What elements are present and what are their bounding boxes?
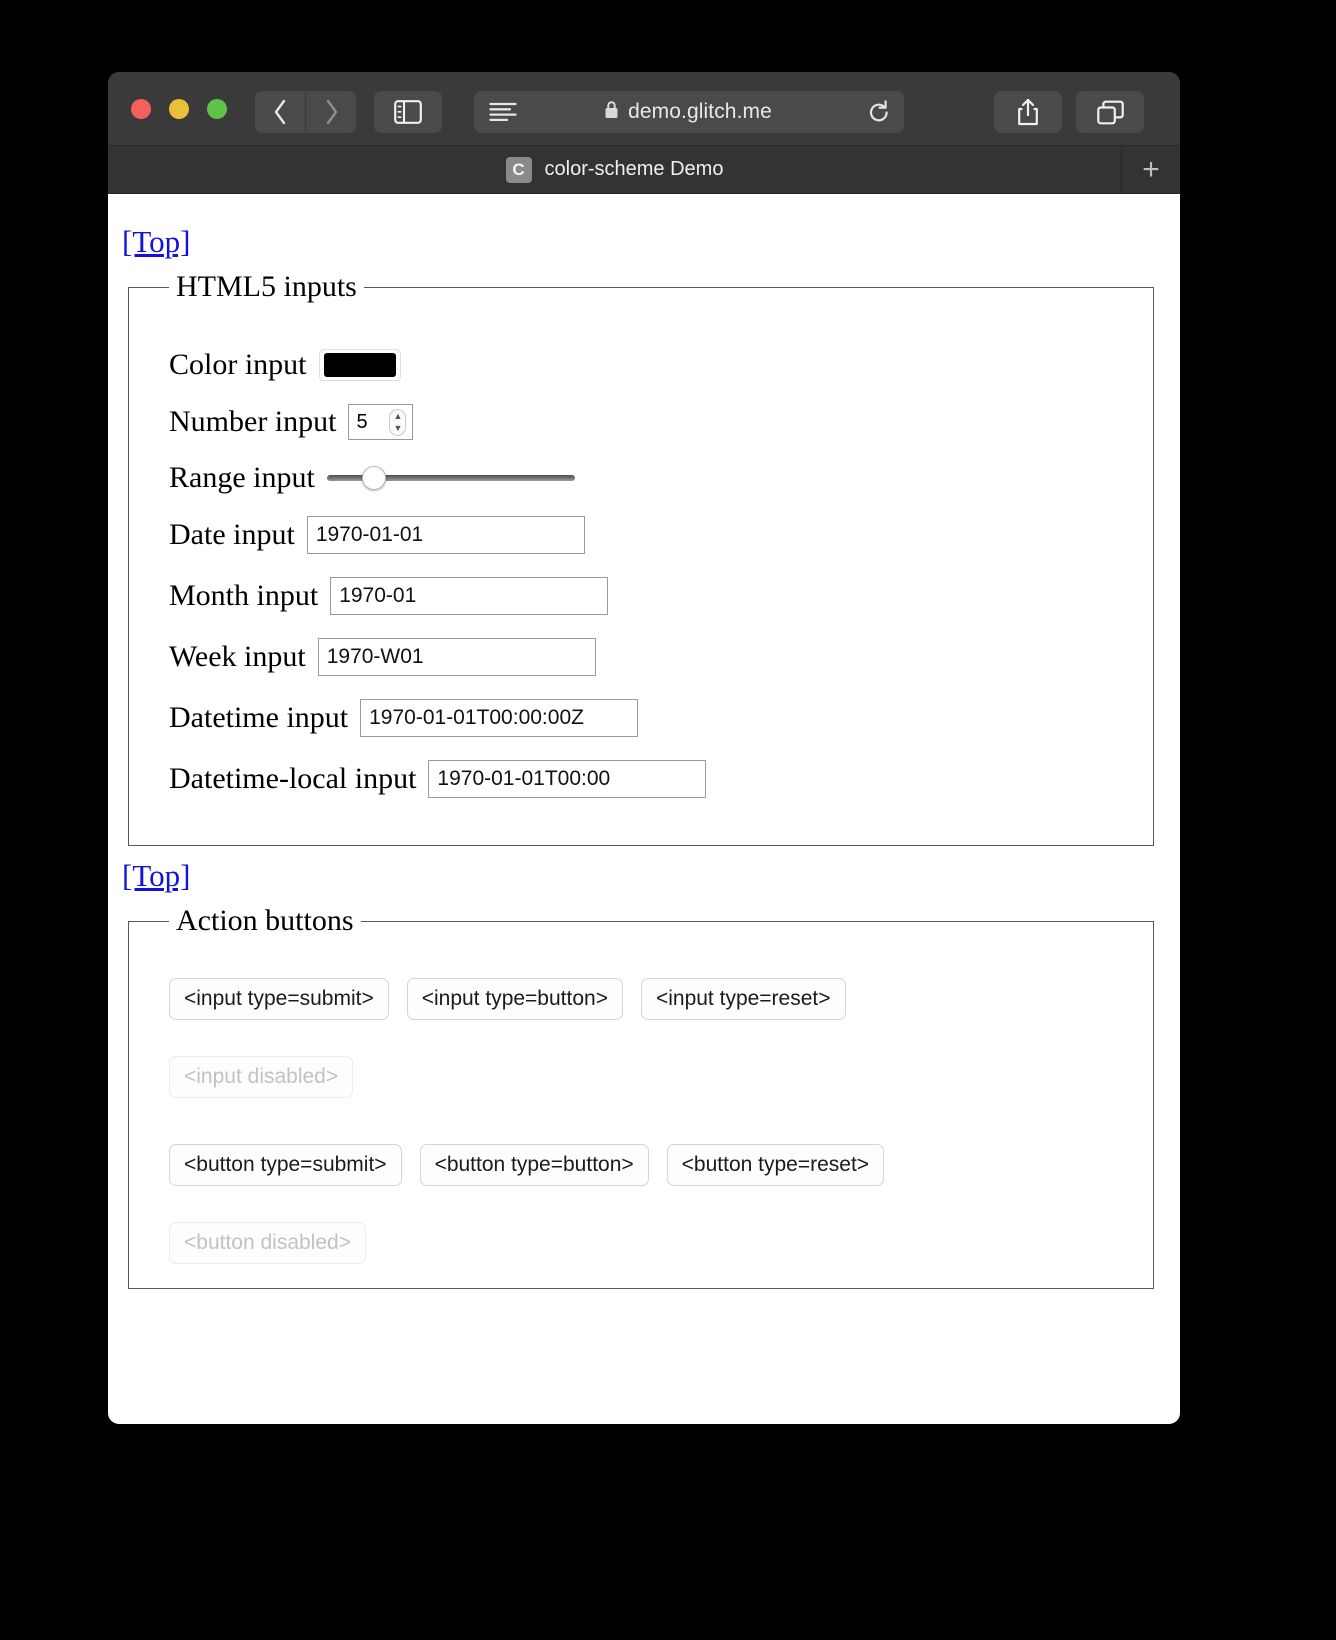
top-anchor-link-2[interactable]: [Top] <box>122 858 190 894</box>
action-buttons-fieldset: Action buttons <input type=submit> <inpu… <box>128 904 1154 1290</box>
field-week-input: Week input 1970-W01 <box>169 638 1133 676</box>
field-label: Number input <box>169 405 337 438</box>
reader-view-icon[interactable] <box>474 102 532 122</box>
chevron-down-icon[interactable]: ▼ <box>394 424 403 433</box>
chevron-right-icon <box>324 99 339 125</box>
input-reset-button[interactable]: <input type=reset> <box>640 978 846 1021</box>
date-input-value: 1970-01-01 <box>315 523 424 546</box>
address-bar[interactable]: demo.glitch.me <box>474 91 904 133</box>
datetime-local-input-value: 1970-01-01T00:00 <box>437 767 611 790</box>
url-text: demo.glitch.me <box>628 100 772 123</box>
close-window-button[interactable] <box>131 99 151 119</box>
chevron-up-icon[interactable]: ▲ <box>394 412 403 421</box>
page-content: [Top] HTML5 inputs Color input Number in… <box>108 194 1180 1424</box>
field-range-input: Range input <box>169 463 1133 493</box>
share-button[interactable] <box>994 91 1062 133</box>
tab-strip: C color-scheme Demo + <box>108 146 1180 194</box>
color-input[interactable] <box>318 349 401 381</box>
page-viewport: [Top] HTML5 inputs Color input Number in… <box>108 194 1180 1424</box>
month-input[interactable]: 1970-01 <box>330 577 609 615</box>
field-label: Datetime-local input <box>169 762 417 795</box>
lock-icon <box>604 100 619 125</box>
range-input[interactable] <box>326 465 575 491</box>
tab-overview-button[interactable] <box>1076 91 1144 133</box>
browser-toolbar: demo.glitch.me <box>108 72 1180 146</box>
input-submit-button[interactable]: <input type=submit> <box>169 978 389 1021</box>
new-tab-button[interactable]: + <box>1122 146 1180 193</box>
button-element-row: <button type=submit> <button type=button… <box>169 1144 959 1265</box>
button-disabled-button: <button disabled> <box>169 1222 366 1265</box>
tab-color-scheme-demo[interactable]: C color-scheme Demo <box>108 146 1122 193</box>
window-controls <box>131 99 227 119</box>
color-swatch <box>323 353 396 377</box>
number-input[interactable]: 5 ▲ ▼ <box>348 404 414 440</box>
month-input-value: 1970-01 <box>339 584 417 607</box>
range-thumb[interactable] <box>361 466 386 490</box>
button-button-button[interactable]: <button type=button> <box>419 1144 649 1187</box>
field-month-input: Month input 1970-01 <box>169 577 1133 615</box>
top-anchor-link-1[interactable]: [Top] <box>122 224 190 260</box>
week-input-value: 1970-W01 <box>326 645 424 668</box>
datetime-input-value: 1970-01-01T00:00:00Z <box>369 706 584 729</box>
toggle-sidebar-button[interactable] <box>374 91 442 133</box>
field-number-input: Number input 5 ▲ ▼ <box>169 404 1133 440</box>
browser-window: demo.glitch.me C color-scheme Demo + [To… <box>108 72 1180 1424</box>
field-label: Month input <box>169 579 319 612</box>
html5-inputs-legend: HTML5 inputs <box>176 270 357 303</box>
week-input[interactable]: 1970-W01 <box>317 638 596 676</box>
back-button[interactable] <box>255 91 305 133</box>
button-submit-button[interactable]: <button type=submit> <box>169 1144 402 1187</box>
number-input-value: 5 <box>356 410 368 433</box>
field-label: Date input <box>169 518 295 551</box>
field-date-input: Date input 1970-01-01 <box>169 516 1133 554</box>
reload-icon[interactable] <box>854 100 904 124</box>
chevron-left-icon <box>273 99 288 125</box>
field-label: Color input <box>169 348 307 381</box>
url-text-container: demo.glitch.me <box>532 100 854 125</box>
field-datetime-local-input: Datetime-local input 1970-01-01T00:00 <box>169 760 1133 798</box>
tab-overview-icon <box>1096 100 1124 125</box>
sidebar-icon <box>394 100 422 124</box>
field-datetime-input: Datetime input 1970-01-01T00:00:00Z <box>169 699 1133 737</box>
field-label: Datetime input <box>169 701 349 734</box>
button-reset-button[interactable]: <button type=reset> <box>666 1144 885 1187</box>
screenshot-root: demo.glitch.me C color-scheme Demo + [To… <box>0 0 1336 1640</box>
input-disabled-button: <input disabled> <box>169 1056 354 1099</box>
share-icon <box>1016 98 1040 126</box>
favicon: C <box>505 156 532 183</box>
field-label: Week input <box>169 640 306 673</box>
html5-inputs-fieldset: HTML5 inputs Color input Number input 5 … <box>128 270 1154 846</box>
date-input[interactable]: 1970-01-01 <box>306 516 585 554</box>
field-label: Range input <box>169 461 315 494</box>
tab-title: color-scheme Demo <box>544 158 724 180</box>
action-buttons-legend: Action buttons <box>176 904 354 937</box>
minimize-window-button[interactable] <box>169 99 189 119</box>
datetime-input[interactable]: 1970-01-01T00:00:00Z <box>360 699 639 737</box>
number-stepper[interactable]: ▲ ▼ <box>389 409 407 436</box>
input-buttons-row: <input type=submit> <input type=button> … <box>169 978 959 1099</box>
datetime-local-input[interactable]: 1970-01-01T00:00 <box>428 760 707 798</box>
forward-button[interactable] <box>306 91 356 133</box>
input-button-button[interactable]: <input type=button> <box>406 978 623 1021</box>
field-color-input: Color input <box>169 349 1133 381</box>
maximize-window-button[interactable] <box>207 99 227 119</box>
